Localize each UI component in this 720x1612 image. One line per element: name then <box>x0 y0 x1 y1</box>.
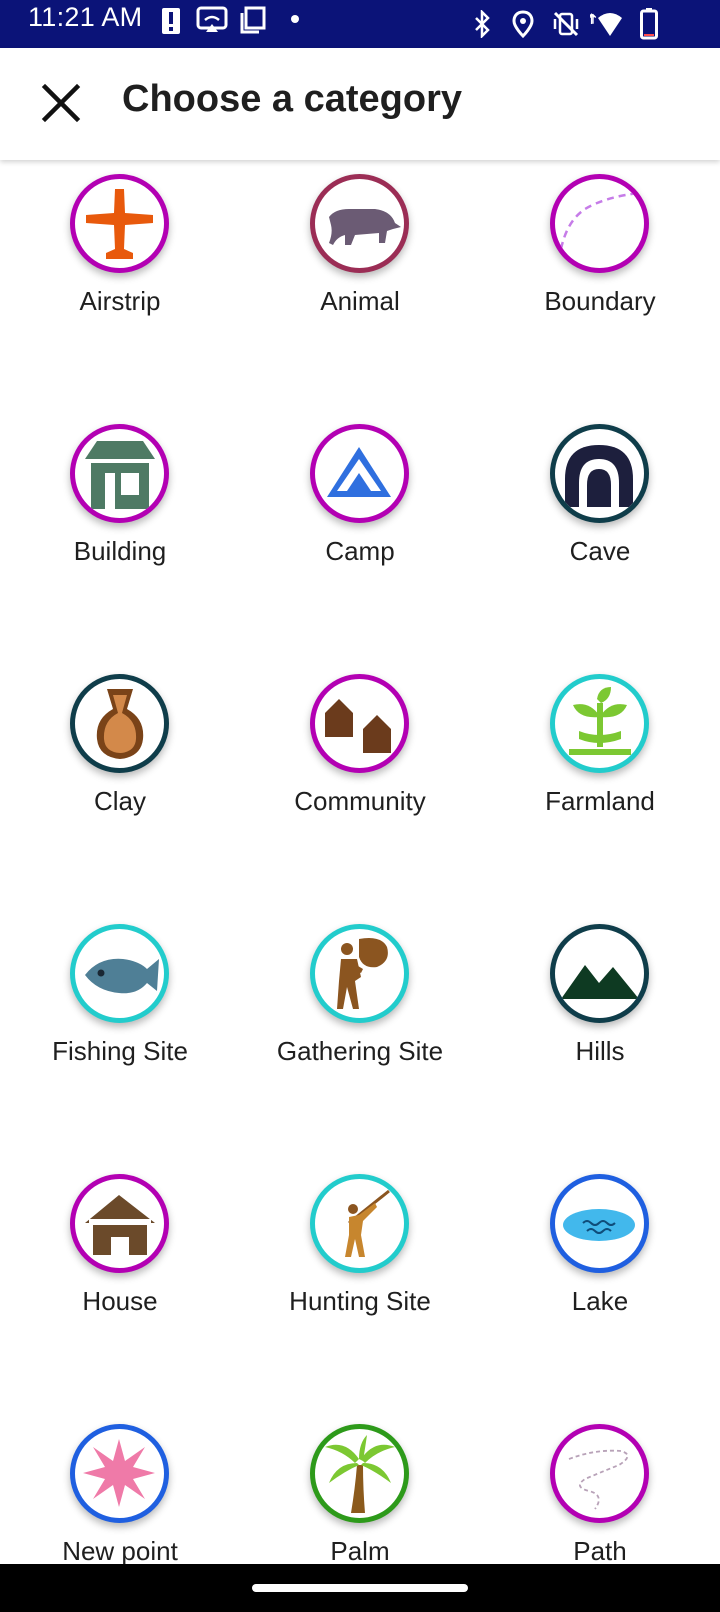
category-animal[interactable]: Animal <box>240 160 480 360</box>
category-new-point[interactable]: New point <box>0 1410 240 1564</box>
category-icon-circle <box>550 1424 649 1523</box>
camp-icon <box>327 447 391 497</box>
battery-icon <box>640 8 658 40</box>
category-icon-circle <box>550 424 649 523</box>
boundary-icon <box>559 191 640 250</box>
category-path[interactable]: Path <box>480 1410 720 1564</box>
cast-icon <box>196 6 228 32</box>
category-icon-circle <box>310 674 409 773</box>
category-label: Camp <box>325 536 395 566</box>
close-button[interactable] <box>30 72 94 136</box>
category-icon-circle <box>70 674 169 773</box>
category-icon-circle <box>550 924 649 1023</box>
animal-icon <box>329 209 401 245</box>
clay-pot-icon <box>96 689 144 759</box>
category-icon-circle <box>310 924 409 1023</box>
category-label: House <box>82 1286 158 1316</box>
category-icon-circle <box>310 424 409 523</box>
category-lake[interactable]: Lake <box>480 1160 720 1360</box>
close-icon <box>41 83 81 123</box>
dot-icon <box>291 15 299 23</box>
category-label: Clay <box>93 786 146 816</box>
lake-icon <box>563 1209 635 1241</box>
category-palm[interactable]: Palm <box>240 1410 480 1564</box>
category-gathering-site[interactable]: Gathering Site <box>240 910 480 1110</box>
category-fishing-site[interactable]: Fishing Site <box>0 910 240 1110</box>
category-icon-circle <box>310 174 409 273</box>
bluetooth-icon <box>475 10 490 38</box>
home-indicator[interactable] <box>252 1584 468 1592</box>
category-label: Building <box>73 536 167 566</box>
category-icon-circle <box>550 1174 649 1273</box>
category-label: Fishing Site <box>52 1036 188 1066</box>
hunting-icon <box>345 1189 390 1257</box>
category-hills[interactable]: Hills <box>480 910 720 1110</box>
category-camp[interactable]: Camp <box>240 410 480 610</box>
gathering-icon <box>337 938 388 1009</box>
status-right-icons <box>452 6 692 42</box>
cave-icon <box>565 445 633 507</box>
category-icon-circle <box>550 674 649 773</box>
category-icon-circle <box>550 174 649 273</box>
star-burst-icon <box>83 1439 155 1507</box>
category-label: Farmland <box>545 786 655 816</box>
palm-tree-icon <box>325 1435 395 1513</box>
category-hunting-site[interactable]: Hunting Site <box>240 1160 480 1360</box>
category-label: Cave <box>569 536 631 566</box>
screenshot-icon <box>240 6 266 34</box>
category-icon-circle <box>70 424 169 523</box>
farmland-icon <box>569 687 631 755</box>
status-time: 11:21 AM <box>28 2 143 32</box>
app-bar: Choose a category <box>0 48 720 160</box>
location-icon <box>512 10 534 38</box>
category-label: Gathering Site <box>276 1036 444 1066</box>
community-icon <box>325 699 391 753</box>
category-icon-circle <box>310 1424 409 1523</box>
category-label: Hunting Site <box>289 1286 431 1316</box>
house-icon <box>85 1195 155 1255</box>
wifi-icon <box>590 13 622 36</box>
category-label: Hills <box>575 1036 625 1066</box>
category-cave[interactable]: Cave <box>480 410 720 610</box>
category-grid: Airstrip Animal Boundary Building Camp C… <box>0 160 720 1564</box>
category-house[interactable]: House <box>0 1160 240 1360</box>
category-icon-circle <box>70 924 169 1023</box>
vibrate-off-icon <box>553 11 579 37</box>
category-label: Airstrip <box>79 286 161 316</box>
hills-icon <box>561 965 639 999</box>
path-icon <box>568 1449 629 1510</box>
building-icon <box>85 441 155 509</box>
category-label: Animal <box>320 286 400 316</box>
navigation-bar <box>0 1564 720 1612</box>
category-building[interactable]: Building <box>0 410 240 610</box>
category-icon-circle <box>70 1174 169 1273</box>
category-boundary[interactable]: Boundary <box>480 160 720 360</box>
category-farmland[interactable]: Farmland <box>480 660 720 860</box>
category-label: Palm <box>330 1536 390 1564</box>
status-bar: 11:21 AM <box>0 0 720 48</box>
category-label: Community <box>294 786 426 816</box>
category-icon-circle <box>310 1174 409 1273</box>
category-label: Boundary <box>544 286 656 316</box>
alert-icon <box>162 8 180 34</box>
category-icon-circle <box>70 174 169 273</box>
category-label: Path <box>573 1536 627 1564</box>
category-airstrip[interactable]: Airstrip <box>0 160 240 360</box>
page-title: Choose a category <box>122 78 462 120</box>
category-icon-circle <box>70 1424 169 1523</box>
category-clay[interactable]: Clay <box>0 660 240 860</box>
airplane-icon <box>86 189 153 259</box>
category-label: Lake <box>571 1286 629 1316</box>
fish-icon <box>85 958 159 994</box>
category-label: New point <box>62 1536 178 1564</box>
category-community[interactable]: Community <box>240 660 480 860</box>
